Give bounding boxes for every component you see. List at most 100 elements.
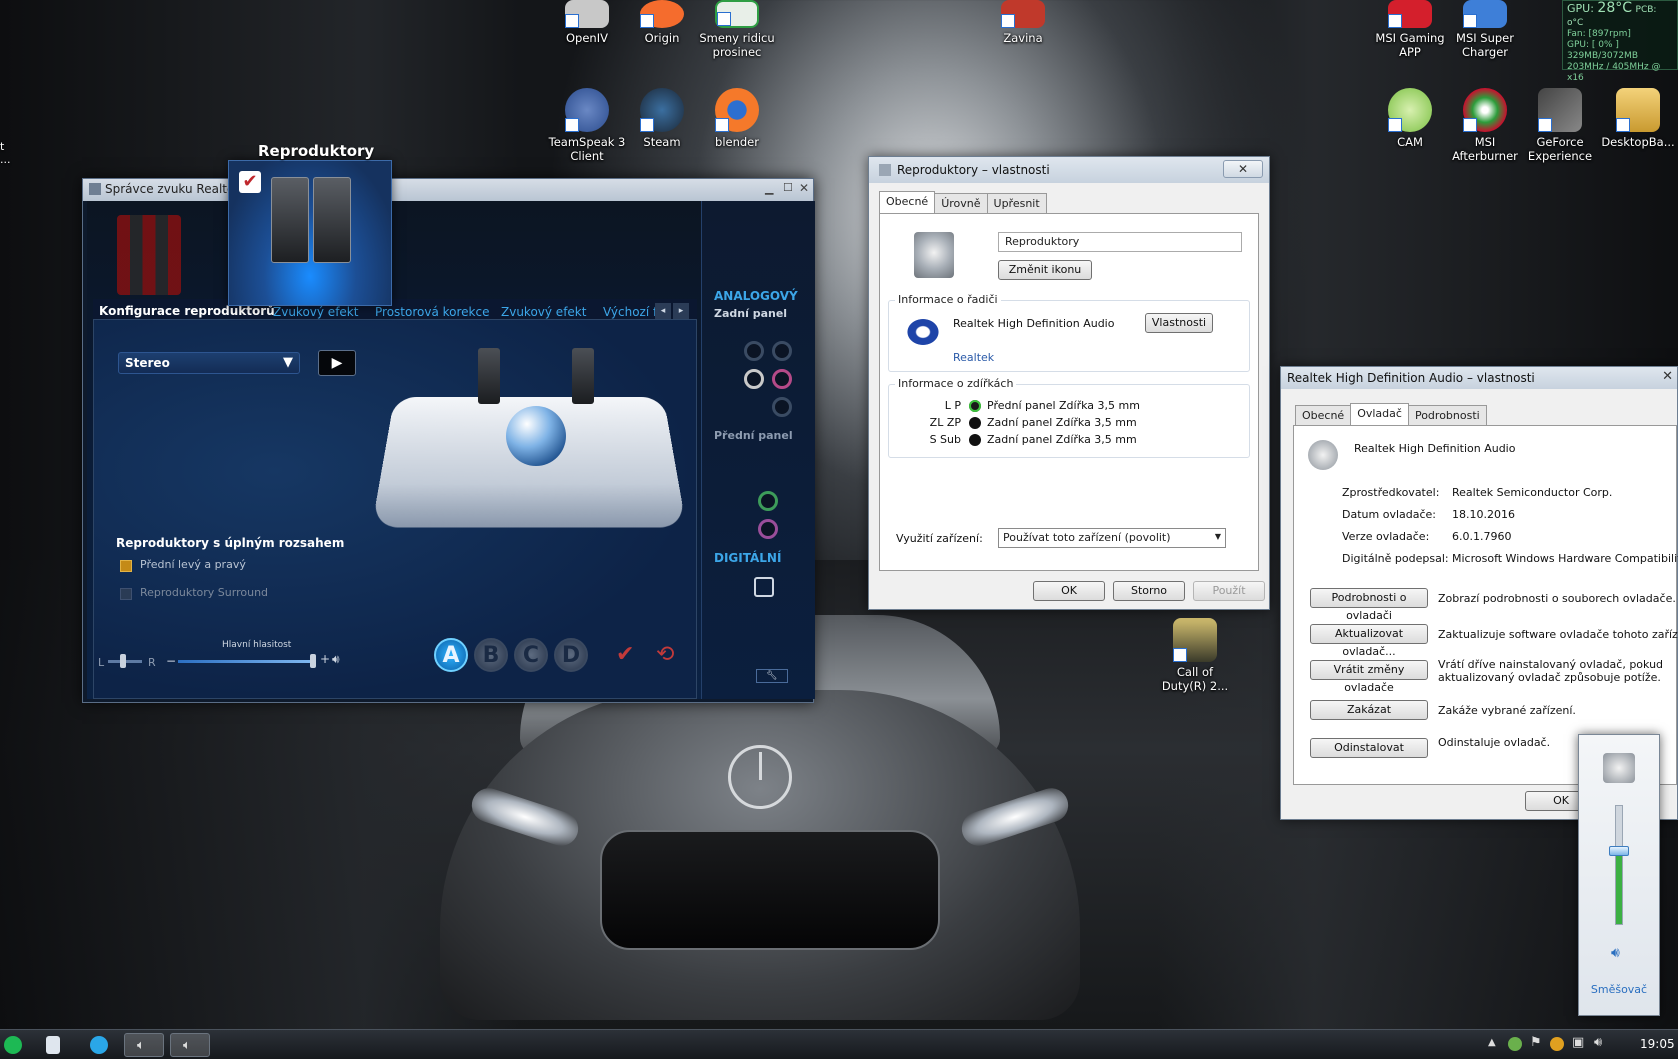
tab-sound-effect[interactable]: Zvukový efekt — [273, 305, 358, 319]
close-button[interactable]: ✕ — [1662, 369, 1673, 384]
controller-properties-button[interactable]: Vlastnosti — [1145, 313, 1213, 333]
profile-c-button[interactable]: C — [514, 638, 548, 672]
balance-slider-thumb[interactable] — [120, 654, 126, 668]
tab-advanced[interactable]: Upřesnit — [986, 193, 1047, 215]
spotify-taskbar-icon[interactable] — [4, 1036, 22, 1054]
desktop-icon-blender[interactable]: blender — [698, 88, 776, 149]
device-usage-select[interactable]: Používat toto zařízení (povolit) ▼ — [998, 528, 1226, 548]
change-icon-button[interactable]: Změnit ikonu — [998, 260, 1092, 280]
speakers-properties-titlebar[interactable]: Reproduktory – vlastnosti — [869, 157, 1269, 183]
gpu-widget-title: GPU: — [1567, 2, 1594, 15]
cancel-button[interactable]: Storno — [1113, 581, 1185, 601]
main-volume-thumb[interactable] — [310, 654, 316, 668]
desktop-icon-desktopba[interactable]: DesktopBa... — [1598, 88, 1678, 149]
speaker-device-icon[interactable] — [1603, 753, 1635, 783]
app-taskbar-icon[interactable] — [90, 1036, 108, 1054]
tab-general[interactable]: Obecné — [1295, 405, 1352, 427]
tab-room-correction[interactable]: Prostorová korekce — [375, 305, 489, 319]
taskbar-speaker-window-2[interactable]: 🔈︎ — [170, 1033, 210, 1057]
tab-sound-effect-2[interactable]: Zvukový efekt — [501, 305, 586, 319]
taskbar-speaker-window-1[interactable]: 🔈︎ — [124, 1033, 164, 1057]
save-profile-check-icon[interactable]: ✔ — [616, 642, 634, 667]
front-lr-checkbox[interactable] — [120, 560, 132, 572]
front-jack-pink-icon[interactable] — [758, 519, 778, 539]
speaker-volume-icon[interactable]: 🔊︎ — [332, 652, 340, 667]
device-name-input[interactable]: Reproduktory — [998, 232, 1242, 252]
profile-a-button[interactable]: A — [434, 638, 468, 672]
tab-scroll-right-button[interactable]: ▸ — [673, 303, 689, 319]
disable-device-button[interactable]: Zakázat — [1310, 700, 1428, 720]
uninstall-driver-button[interactable]: Odinstalovat — [1310, 738, 1428, 758]
mixer-link[interactable]: Směšovač — [1579, 983, 1659, 996]
notepad-taskbar-icon[interactable] — [46, 1036, 60, 1054]
network-icon[interactable]: ▣ — [1572, 1035, 1584, 1050]
right-speaker-icon[interactable] — [572, 348, 594, 404]
chevron-down-icon: ▼ — [283, 355, 293, 370]
desktop-icon-teamspeak[interactable]: TeamSpeak 3 Client — [548, 88, 626, 163]
rear-jack-blue-icon[interactable] — [744, 341, 764, 361]
volume-minus-icon[interactable]: − — [166, 654, 176, 668]
desktop-icon-msi-gaming[interactable]: MSI Gaming APP — [1371, 0, 1449, 59]
front-jack-green-icon[interactable] — [758, 491, 778, 511]
wrench-settings-icon[interactable]: 🔧︎ — [756, 669, 788, 683]
close-button[interactable]: ✕ — [1223, 160, 1263, 178]
tray-app-icon[interactable] — [1508, 1037, 1522, 1051]
volume-slider-thumb[interactable] — [1609, 845, 1629, 856]
tab-speaker-configuration[interactable]: Konfigurace reproduktorů — [99, 304, 275, 318]
steam-icon — [640, 88, 684, 132]
tab-levels[interactable]: Úrovně — [934, 193, 988, 215]
controller-vendor-link[interactable]: Realtek — [953, 351, 994, 364]
left-speaker-icon[interactable] — [478, 348, 500, 404]
volume-tray-icon[interactable]: 🔊︎ — [1594, 1035, 1602, 1050]
volume-slider-track[interactable] — [1615, 805, 1623, 925]
maximize-button[interactable]: ☐ — [783, 181, 793, 194]
desktop-icon-steam[interactable]: Steam — [623, 88, 701, 149]
volume-plus-icon[interactable]: + — [320, 652, 330, 666]
close-button[interactable]: ✕ — [799, 181, 809, 195]
rear-jack-pink-icon[interactable] — [772, 369, 792, 389]
desktop-icon-cam[interactable]: CAM — [1371, 88, 1449, 149]
desktop-icon-smeny[interactable]: Smeny ridicu prosinec — [698, 0, 776, 59]
delete-profile-icon[interactable]: ⟲ — [656, 642, 674, 667]
desktop-icon-afterburner[interactable]: MSI Afterburner — [1446, 88, 1524, 163]
update-driver-button[interactable]: Aktualizovat ovladač... — [1310, 624, 1428, 658]
action-center-flag-icon[interactable]: ⚑ — [1530, 1035, 1542, 1050]
jack-code: S Sub — [929, 433, 961, 446]
main-volume-slider[interactable] — [178, 660, 312, 663]
desktop-icon-origin[interactable]: Origin — [623, 0, 701, 45]
driver-details-button[interactable]: Podrobnosti o ovladači — [1310, 588, 1428, 622]
rollback-driver-button[interactable]: Vrátit změny ovladače — [1310, 660, 1428, 694]
profile-b-button[interactable]: B — [474, 638, 508, 672]
minimize-button[interactable]: ▁ — [765, 182, 773, 195]
taskbar-clock[interactable]: 19:05 — [1640, 1037, 1675, 1051]
profile-d-button[interactable]: D — [554, 638, 588, 672]
desktop-icon-msi-super-charger[interactable]: MSI Super Charger — [1446, 0, 1524, 59]
realtek-titlebar[interactable]: Správce zvuku Realtek ▁ ☐ ✕ — [83, 179, 813, 201]
rear-jack-blue2-icon[interactable] — [772, 341, 792, 361]
desktop-icon-zavina[interactable]: Zavina — [984, 0, 1062, 45]
tab-scroll-left-button[interactable]: ◂ — [655, 303, 671, 319]
taskbar: 🔈︎ 🔈︎ ▲ ⚑ ▣ 🔊︎ 19:05 — [0, 1029, 1678, 1059]
play-test-button[interactable]: ▶ — [318, 350, 356, 376]
realtek-main-area: msi ⚙ i Konfigurace reproduktorů Zvukový… — [87, 201, 815, 699]
desktop-icon-cod2[interactable]: Call of Duty(R) 2... — [1156, 618, 1234, 693]
desktop-icon-openiv[interactable]: OpenIV — [548, 0, 626, 45]
digital-output-icon[interactable] — [754, 577, 774, 597]
rear-jack-black-icon[interactable] — [744, 369, 764, 389]
tab-driver[interactable]: Ovladač — [1350, 403, 1409, 425]
ok-button[interactable]: OK — [1033, 581, 1105, 601]
speaker-config-select[interactable]: Stereo ▼ — [118, 352, 300, 374]
mute-speaker-icon[interactable]: 🔊︎ — [1611, 945, 1620, 961]
uninstall-driver-desc: Odinstaluje ovladač. — [1438, 736, 1551, 749]
rear-jack-grey-icon[interactable] — [772, 397, 792, 417]
hd-audio-titlebar[interactable]: Realtek High Definition Audio – vlastnos… — [1281, 367, 1677, 389]
driver-provider-label: Zprostředkovatel: — [1342, 486, 1440, 499]
reproduktory-device-tile[interactable]: ✔ — [228, 160, 392, 306]
tray-app-2-icon[interactable] — [1550, 1037, 1564, 1051]
desktop-icon-geforce[interactable]: GeForce Experience — [1521, 88, 1599, 163]
apply-button[interactable]: Použít — [1193, 581, 1265, 601]
show-hidden-icons-chevron-icon[interactable]: ▲ — [1488, 1037, 1496, 1048]
tab-general[interactable]: Obecné — [879, 191, 936, 213]
surround-checkbox[interactable] — [120, 588, 132, 600]
tab-details[interactable]: Podrobnosti — [1407, 405, 1487, 427]
